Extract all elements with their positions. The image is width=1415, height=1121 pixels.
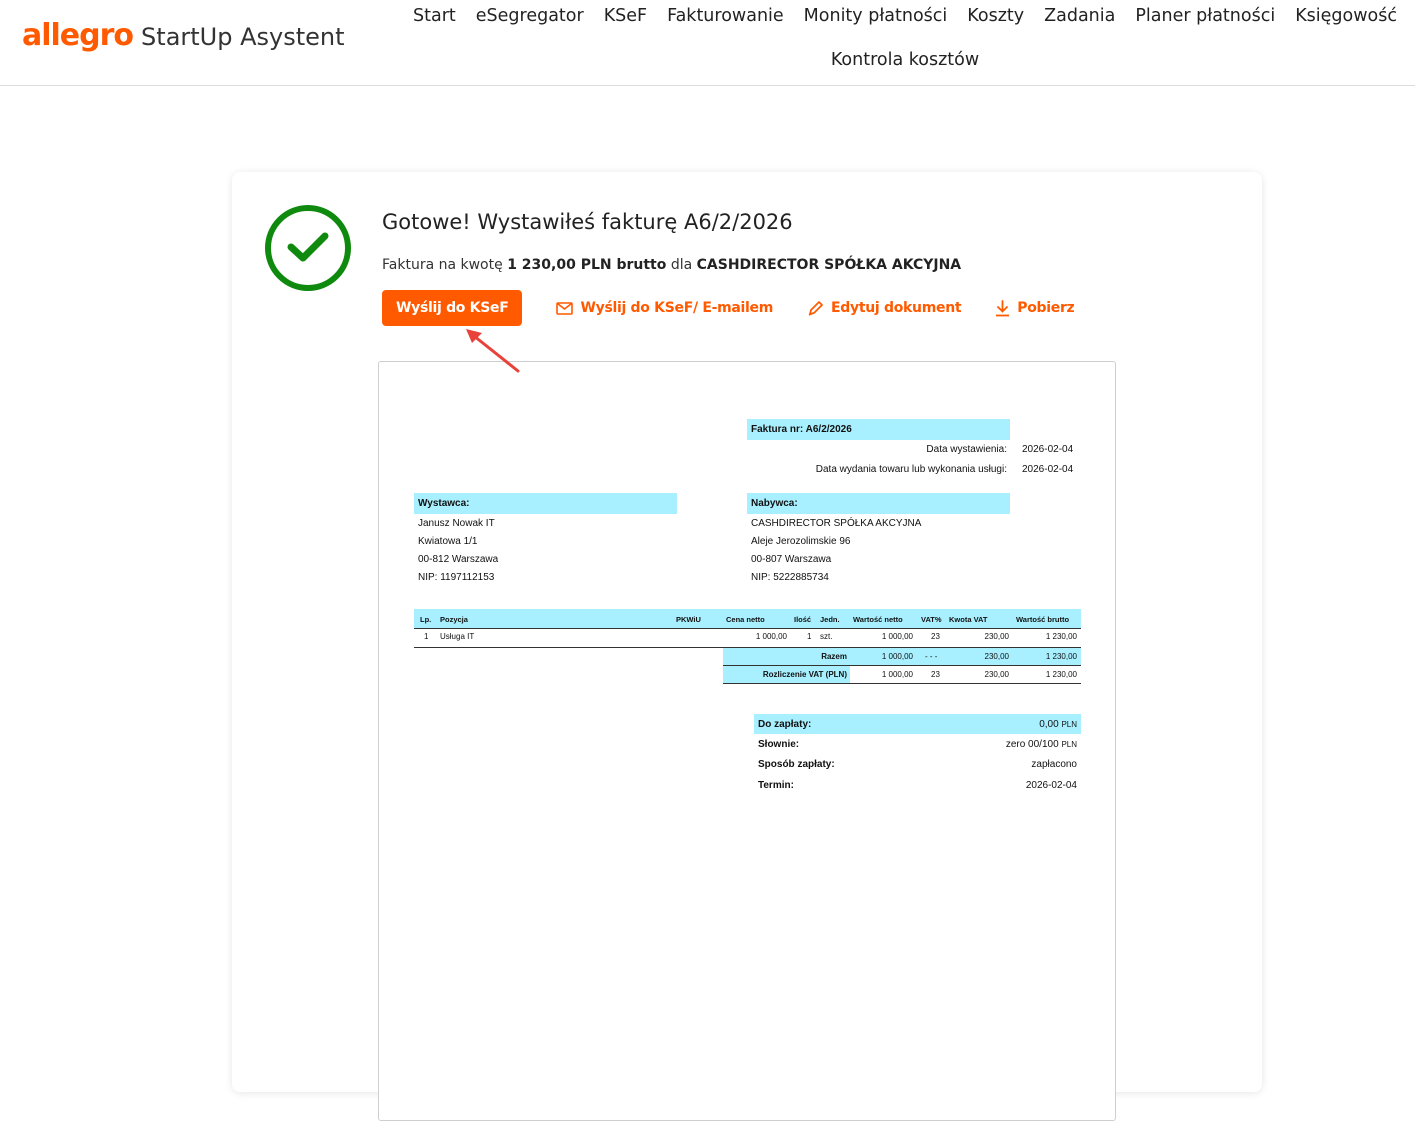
vat-rate: 23: [931, 670, 940, 679]
pencil-icon: [808, 300, 823, 316]
col-ilosc: Ilość: [794, 615, 812, 624]
col-pozycja: Pozycja: [440, 615, 468, 624]
col-vat: VAT%: [921, 615, 942, 624]
vat-divider: [723, 683, 1081, 684]
nav-ksef[interactable]: KSeF: [594, 4, 657, 28]
total-brutto: 1 230,00: [1045, 652, 1077, 661]
summary-client: CASHDIRECTOR SPÓŁKA AKCYJNA: [696, 257, 962, 273]
words-amount: zero 00/100: [1005, 739, 1059, 750]
send-ksef-button[interactable]: Wyślij do KSeF: [382, 290, 523, 326]
summary-mid: dla: [666, 257, 697, 273]
col-wartosc-brutto: Wartość brutto: [1016, 615, 1070, 624]
summary-amount: 1 230,00 PLN brutto: [507, 257, 667, 273]
total-label: Razem: [821, 652, 847, 661]
summary-prefix: Faktura na kwotę: [382, 257, 508, 273]
delivery-date: 2026-02-04: [1022, 464, 1074, 475]
seller-line: Kwiatowa 1/1: [418, 536, 478, 547]
success-card: Gotowe! Wystawiłeś fakturę A6/2/2026 Fak…: [232, 172, 1262, 1121]
vat-kwota: 230,00: [984, 670, 1009, 679]
term-value: 2026-02-04: [1025, 780, 1077, 791]
nav-esegregator[interactable]: eSegregator: [466, 4, 594, 28]
row-wartosc-netto: 1 000,00: [881, 632, 913, 641]
envelope-icon: [556, 301, 574, 315]
nav-kontrola-kosztow[interactable]: Kontrola kosztów: [821, 48, 989, 72]
pay-currency: PLN: [1061, 720, 1077, 729]
nav-zadania[interactable]: Zadania: [1034, 4, 1125, 28]
nav-fakturowanie[interactable]: Fakturowanie: [657, 4, 794, 28]
buyer-label: Nabywca:: [751, 498, 798, 509]
col-cena-netto: Cena netto: [726, 615, 765, 624]
download-label: Pobierz: [1017, 300, 1075, 316]
invoice-preview: Faktura nr: A6/2/2026 Data wystawienia: …: [378, 361, 1116, 1121]
total-netto: 1 000,00: [881, 652, 913, 661]
row-lp: 1: [424, 632, 429, 641]
annotation-arrow-icon: [466, 329, 520, 373]
send-email-link[interactable]: Wyślij do KSeF/ E-mailem: [556, 300, 773, 316]
buyer-line: CASHDIRECTOR SPÓŁKA AKCYJNA: [751, 518, 922, 529]
vat-summary-label: Rozliczenie VAT (PLN): [762, 670, 847, 679]
seller-line: 00-812 Warszawa: [418, 554, 499, 565]
row-cena-netto: 1 000,00: [755, 632, 787, 641]
words-currency: PLN: [1061, 740, 1077, 749]
row-ilosc: 1: [807, 632, 812, 641]
issue-date: 2026-02-04: [1022, 444, 1074, 455]
total-kwota-vat: 230,00: [984, 652, 1009, 661]
words-value: zero 00/100 PLN: [939, 739, 1077, 750]
buyer-line: 00-807 Warszawa: [751, 554, 832, 565]
top-header: allegro StartUp Asystent Start eSegregat…: [0, 0, 1415, 86]
edit-document-label: Edytuj dokument: [831, 300, 962, 316]
nav-ksiegowosc[interactable]: Księgowość: [1285, 4, 1407, 28]
success-title: Gotowe! Wystawiłeś fakturę A6/2/2026: [382, 210, 793, 234]
col-kwota-vat: Kwota VAT: [949, 615, 988, 624]
method-value: zapłacono: [1031, 759, 1077, 770]
row-pozycja: Usługa IT: [440, 632, 475, 641]
col-lp: Lp.: [420, 615, 432, 624]
col-jedn: Jedn.: [820, 615, 840, 624]
edit-document-link[interactable]: Edytuj dokument: [807, 300, 962, 317]
seller-line: NIP: 1197112153: [418, 572, 495, 583]
row-jedn: szt.: [820, 632, 833, 641]
action-bar: Wyślij do KSeF Wyślij do KSeF/ E-mailem …: [382, 290, 1075, 326]
nav-planer-platnosci[interactable]: Planer płatności: [1125, 4, 1285, 28]
pay-amount: 0,00: [1039, 719, 1059, 730]
delivery-date-label: Data wydania towaru lub wykonania usługi…: [815, 464, 1007, 475]
row-kwota-vat: 230,00: [984, 632, 1009, 641]
success-check-icon: [265, 205, 351, 291]
logo[interactable]: allegro StartUp Asystent: [22, 18, 345, 53]
term-label: Termin:: [758, 780, 794, 791]
col-pkwiu: PKWiU: [676, 615, 701, 624]
vat-brutto: 1 230,00: [1045, 670, 1077, 679]
success-summary: Faktura na kwotę 1 230,00 PLN brutto dla…: [382, 257, 961, 273]
buyer-line: NIP: 5222885734: [751, 572, 829, 583]
invoice-number: Faktura nr: A6/2/2026: [751, 424, 852, 435]
download-icon: [996, 299, 1010, 316]
logo-brand: allegro: [22, 18, 134, 53]
logo-product: StartUp Asystent: [141, 23, 345, 51]
total-vat-rate: - - -: [925, 652, 938, 661]
nav-koszty[interactable]: Koszty: [957, 4, 1034, 28]
pay-value: 0,00 PLN: [939, 719, 1077, 730]
col-wartosc-netto: Wartość netto: [853, 615, 903, 624]
vat-netto: 1 000,00: [881, 670, 913, 679]
words-label: Słownie:: [758, 739, 800, 750]
main-nav: Start eSegregator KSeF Fakturowanie Moni…: [400, 4, 1410, 72]
issue-date-label: Data wystawienia:: [926, 444, 1007, 455]
seller-line: Janusz Nowak IT: [418, 518, 495, 529]
pay-label: Do zapłaty:: [758, 719, 812, 730]
nav-start[interactable]: Start: [403, 4, 466, 28]
nav-monity-platnosci[interactable]: Monity płatności: [794, 4, 958, 28]
row-wartosc-brutto: 1 230,00: [1045, 632, 1077, 641]
row-vat: 23: [931, 632, 940, 641]
buyer-line: Aleje Jerozolimskie 96: [751, 536, 851, 547]
send-email-label: Wyślij do KSeF/ E-mailem: [580, 300, 774, 316]
seller-label: Wystawca:: [418, 498, 470, 509]
download-link[interactable]: Pobierz: [995, 299, 1075, 317]
method-label: Sposób zapłaty:: [758, 759, 835, 770]
